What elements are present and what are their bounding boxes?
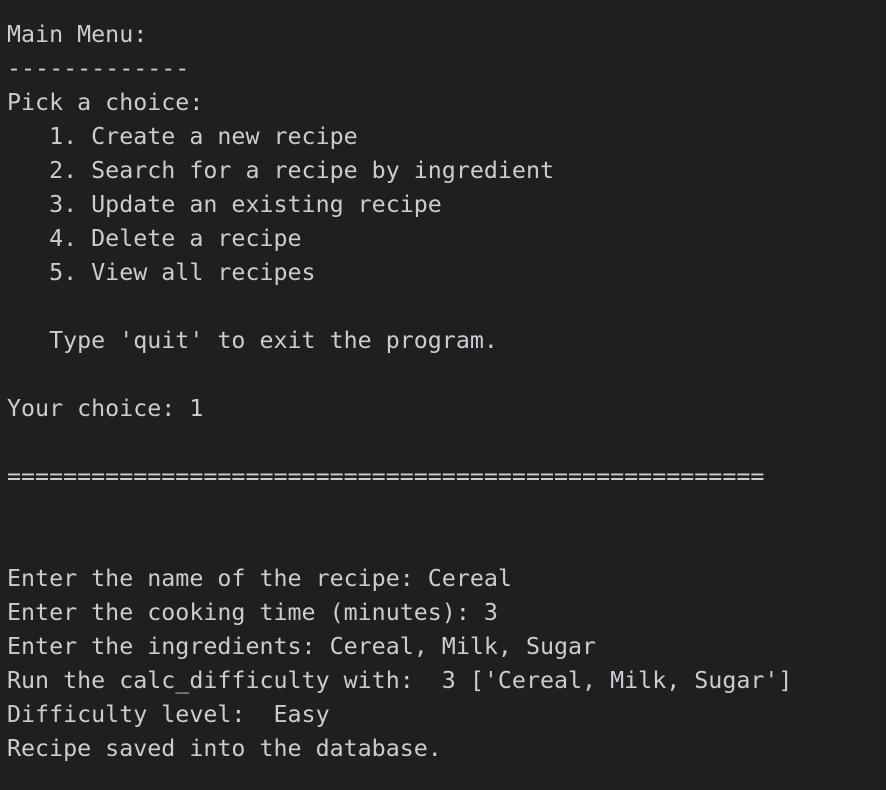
terminal-line: Recipe saved into the database.: [7, 735, 442, 762]
terminal-line: -------------: [7, 55, 190, 82]
terminal-line: Run the calc_difficulty with: 3 ['Cereal…: [7, 667, 793, 694]
terminal-line: 4. Delete a recipe: [7, 225, 302, 252]
terminal-line: 2. Search for a recipe by ingredient: [7, 157, 555, 184]
terminal-line: Enter the name of the recipe: Cereal: [7, 565, 512, 592]
terminal-line: Your choice: 1: [7, 395, 204, 422]
terminal-line: Difficulty level: Easy: [7, 701, 330, 728]
terminal-output: Main Menu: ------------- Pick a choice: 1.…: [7, 18, 792, 766]
terminal-line: 5. View all recipes: [7, 259, 316, 286]
terminal-line: Type 'quit' to exit the program.: [7, 327, 498, 354]
terminal-line: 3. Update an existing recipe: [7, 191, 442, 218]
terminal-line: Enter the ingredients: Cereal, Milk, Sug…: [7, 633, 597, 660]
terminal-line: 1. Create a new recipe: [7, 123, 358, 150]
terminal-line: ========================================…: [7, 463, 765, 490]
terminal-line: Pick a choice:: [7, 89, 204, 116]
terminal-line: Main Menu:: [7, 21, 148, 48]
terminal-line: Enter the cooking time (minutes): 3: [7, 599, 498, 626]
